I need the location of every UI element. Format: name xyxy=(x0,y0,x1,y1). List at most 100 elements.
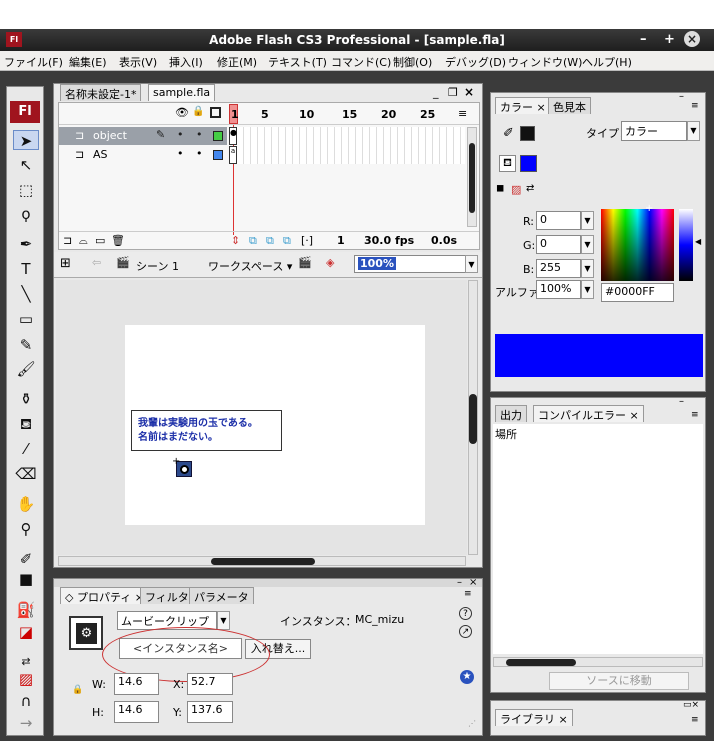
minimize-button[interactable]: – xyxy=(640,32,647,47)
layer-row-object[interactable]: ⊐ object ✎ • • xyxy=(59,127,227,145)
timeline-scrollbar[interactable] xyxy=(467,127,477,227)
menu-control[interactable]: 制御(O) xyxy=(393,54,432,70)
add-folder-icon[interactable]: ▭ xyxy=(95,234,105,247)
menu-text[interactable]: テキスト(T) xyxy=(268,54,327,70)
onion-outline-icon[interactable]: ⧉ xyxy=(266,234,274,248)
red-dropdown[interactable]: ▼ xyxy=(581,211,594,230)
fill-none-swatch-icon[interactable]: ◪ xyxy=(13,622,39,642)
selection-tool-icon[interactable]: ➤ xyxy=(13,130,39,150)
edit-multiple-icon[interactable]: ⧉ xyxy=(283,234,291,248)
panel-menu-icon[interactable]: ≡ xyxy=(691,715,699,725)
eye-icon[interactable]: 👁 xyxy=(175,106,189,119)
center-frame-icon[interactable]: ⇕ xyxy=(231,234,240,247)
blue-input[interactable]: 255 xyxy=(536,259,581,278)
hand-tool-icon[interactable]: ✋ xyxy=(13,494,39,514)
tab-compile-errors[interactable]: コンパイルエラー × xyxy=(533,405,644,422)
scrollbar-thumb[interactable] xyxy=(211,558,315,565)
outline-icon[interactable] xyxy=(210,107,221,118)
panel-minimize-icon[interactable]: – xyxy=(679,396,684,407)
fill-swatch[interactable] xyxy=(520,155,537,172)
snap-magnet-icon[interactable]: ∩ xyxy=(13,691,39,711)
panel-menu-icon[interactable]: ≡ xyxy=(464,589,472,599)
scrollbar-thumb[interactable] xyxy=(506,659,576,666)
lock-dot[interactable]: • xyxy=(196,147,203,160)
swap-colors-icon[interactable]: ⇄ xyxy=(526,183,534,194)
menu-debug[interactable]: デバッグ(D) xyxy=(445,54,506,70)
maximize-button[interactable]: + xyxy=(664,32,675,47)
eraser-tool-icon[interactable]: ⌫ xyxy=(13,464,39,484)
blue-dropdown[interactable]: ▼ xyxy=(581,259,594,278)
y-input[interactable]: 137.6 xyxy=(187,701,233,723)
green-dropdown[interactable]: ▼ xyxy=(581,235,594,254)
help-icon[interactable]: ? xyxy=(459,607,472,620)
menu-help[interactable]: ヘルプ(H) xyxy=(582,54,632,70)
color-type-dropdown[interactable]: ▼ xyxy=(687,121,700,141)
scrollbar-thumb[interactable] xyxy=(469,143,475,213)
doc-close-icon[interactable]: × xyxy=(464,85,474,99)
back-arrow-icon[interactable]: ⇦ xyxy=(92,256,101,269)
workspace-dropdown[interactable]: ワークスペース ▾ xyxy=(208,258,292,274)
line-tool-icon[interactable]: ╲ xyxy=(13,284,39,304)
panel-menu-icon[interactable]: ≡ xyxy=(691,101,699,111)
zoom-field[interactable]: 100% xyxy=(354,255,472,273)
output-hscroll[interactable] xyxy=(493,657,703,667)
tab-output[interactable]: 出力 xyxy=(495,405,527,422)
paint-bucket-tool-icon[interactable]: ⛾ xyxy=(13,414,39,434)
text-tool-icon[interactable]: T xyxy=(13,259,39,279)
panel-minimize-icon[interactable]: – xyxy=(679,91,684,102)
zoom-dropdown-arrow[interactable]: ▼ xyxy=(465,255,478,273)
lasso-tool-icon[interactable]: ϙ xyxy=(13,204,39,224)
doc-minimize-icon[interactable]: _ xyxy=(433,86,439,99)
tab-properties[interactable]: ◇ プロパティ × xyxy=(60,587,150,604)
scene-name[interactable]: シーン 1 xyxy=(136,258,179,274)
stroke-color-swatch-icon[interactable]: ⛽ xyxy=(13,600,39,620)
panel-minimize-icon[interactable]: – xyxy=(457,577,462,588)
stroke-swatch[interactable] xyxy=(520,126,535,141)
eyedropper-tool-icon[interactable]: ⁄ xyxy=(13,439,39,459)
fill-bucket-icon[interactable]: ⛾ xyxy=(499,155,516,172)
tab-library[interactable]: ライブラリ × xyxy=(495,709,573,726)
keyframe-as[interactable]: a xyxy=(229,146,237,164)
error-list[interactable]: 場所 xyxy=(493,424,703,654)
timeline-toggle-icon[interactable]: ⊞ xyxy=(60,256,71,271)
rectangle-tool-icon[interactable]: ▭ xyxy=(13,309,39,329)
panel-restore-icon[interactable]: ▭× xyxy=(683,700,699,710)
menu-modify[interactable]: 修正(M) xyxy=(217,54,257,70)
no-color-icon[interactable]: ▨ xyxy=(511,183,521,196)
constrain-lock-icon[interactable]: 🔒 xyxy=(72,685,83,695)
modify-markers-icon[interactable]: [·] xyxy=(301,234,313,247)
pencil-tool-icon[interactable]: ✎ xyxy=(13,335,39,355)
stroke-pencil-icon[interactable]: ✐ xyxy=(503,126,514,141)
edit-scene-icon[interactable]: 🎬 xyxy=(298,256,312,269)
accessibility-icon[interactable]: ★ xyxy=(460,670,474,684)
menu-file[interactable]: ファイル(F) xyxy=(4,54,63,70)
menu-insert[interactable]: 挿入(I) xyxy=(169,54,203,70)
alpha-dropdown[interactable]: ▼ xyxy=(581,280,594,299)
panel-close-icon[interactable]: × xyxy=(469,577,477,588)
visibility-dot[interactable]: • xyxy=(177,128,184,141)
stage-text-field[interactable]: 我輩は実験用の玉である。 名前はまだない。 xyxy=(131,410,282,451)
timeline-menu-icon[interactable]: ≡ xyxy=(458,107,467,120)
doc-restore-icon[interactable]: ❐ xyxy=(448,86,458,99)
default-colors-icon[interactable]: ◼ xyxy=(496,183,504,194)
menu-commands[interactable]: コマンド(C) xyxy=(331,54,391,70)
layer-row-as[interactable]: ⊐ AS • • xyxy=(59,146,227,164)
stroke-color-icon[interactable]: ✐ xyxy=(13,549,39,569)
brush-tool-icon[interactable]: 🖌 xyxy=(13,359,39,379)
fill-color-icon[interactable]: ■ xyxy=(13,569,39,589)
height-input[interactable]: 14.6 xyxy=(114,701,159,723)
tab-color[interactable]: カラー × xyxy=(495,97,551,114)
stage-hscroll[interactable] xyxy=(58,556,466,566)
tab-filters[interactable]: フィルタ xyxy=(140,587,194,604)
keyframe-object[interactable]: ● xyxy=(229,127,237,145)
layer-color-swatch[interactable] xyxy=(213,150,223,160)
color-type-select[interactable]: カラー xyxy=(621,121,687,141)
expand-icon[interactable]: ↗ xyxy=(459,625,472,638)
width-input[interactable]: 14.6 xyxy=(114,673,159,695)
delete-layer-icon[interactable]: 🗑 xyxy=(111,234,125,247)
close-button[interactable]: × xyxy=(684,31,700,47)
panel-collapse-bar[interactable] xyxy=(54,579,482,587)
free-transform-tool-icon[interactable]: ⬚ xyxy=(13,180,39,200)
symbol-type-dropdown[interactable]: ▼ xyxy=(217,611,230,630)
goto-source-button[interactable]: ソースに移動 xyxy=(549,672,689,690)
